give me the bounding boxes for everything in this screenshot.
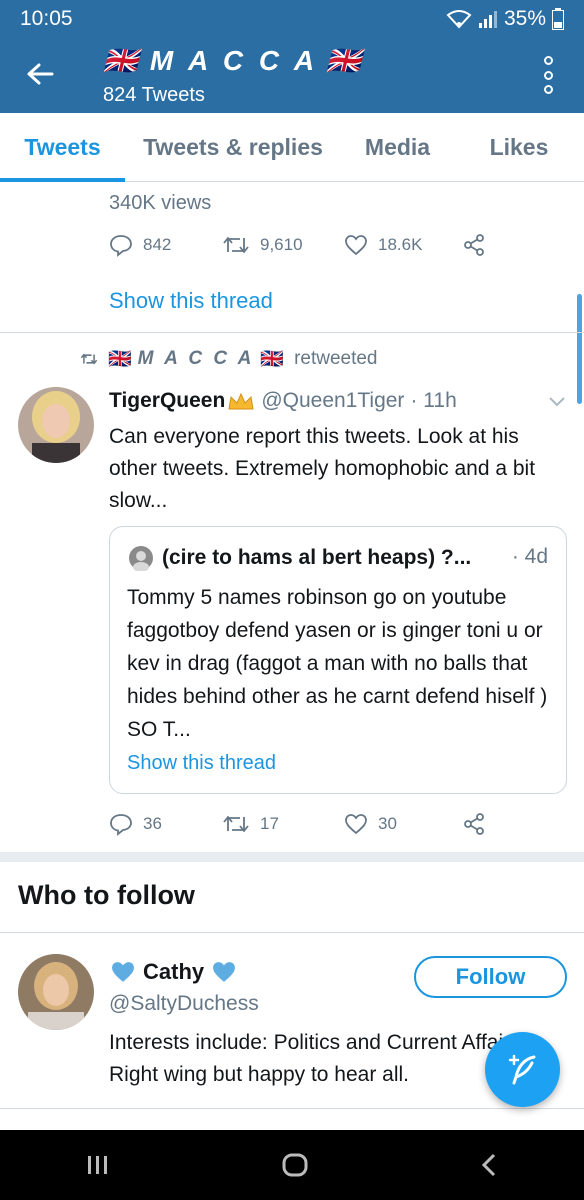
tweet-divider	[0, 332, 584, 333]
battery-icon	[552, 8, 564, 30]
dot-icon	[543, 85, 553, 94]
quote-time: · 4d	[511, 545, 548, 568]
tweet-count: 824 Tweets	[103, 84, 205, 106]
back-nav-icon[interactable]	[479, 1152, 499, 1178]
reply-button[interactable]: 36	[109, 812, 222, 836]
arrow-left-icon	[27, 63, 54, 85]
status-icons: 35%	[446, 7, 564, 31]
retweet-icon	[223, 237, 249, 253]
tab-tweets[interactable]: Tweets	[0, 113, 125, 182]
like-count: 18.6K	[378, 235, 423, 254]
follow-button[interactable]: Follow	[414, 956, 567, 998]
back-button[interactable]	[22, 56, 58, 92]
view-count: 340K views	[109, 192, 212, 214]
tweet-menu-button[interactable]	[548, 394, 566, 412]
retweet-button[interactable]: 17	[222, 813, 344, 835]
author-name[interactable]: TigerQueen	[109, 389, 225, 413]
who-to-follow-title: Who to follow	[18, 880, 195, 910]
share-button[interactable]	[462, 812, 486, 836]
retweet-count: 9,610	[260, 235, 303, 254]
tab-tweets-replies[interactable]: Tweets & replies	[125, 113, 341, 181]
quoted-tweet[interactable]: (cire to hams al bert heaps) ?... · 4d T…	[109, 526, 567, 794]
profile-name: M A C C A	[149, 44, 319, 76]
retweet-button[interactable]: 9,610	[222, 234, 344, 256]
like-button[interactable]: 30	[344, 813, 462, 835]
dot-icon	[543, 70, 553, 80]
flag-icon: 🇬🇧	[326, 45, 365, 76]
avatar[interactable]	[18, 954, 94, 1030]
profile-photo	[18, 387, 94, 463]
profile-tabs: Tweets Tweets & replies Media Likes	[0, 113, 584, 182]
tweet-actions: 36 17 30	[109, 812, 486, 836]
retweeter-name[interactable]: M A C C A	[138, 348, 255, 370]
heart-icon	[345, 814, 367, 835]
flag-icon: 🇬🇧	[260, 349, 285, 370]
profile-header: 🇬🇧 M A C C A 🇬🇧 824 Tweets	[0, 38, 584, 113]
show-thread-link[interactable]: Show this thread	[109, 288, 273, 314]
quote-show-thread-link[interactable]: Show this thread	[127, 752, 276, 775]
heart-icon	[345, 235, 367, 256]
retweet-context: 🇬🇧 M A C C A 🇬🇧 retweeted	[80, 347, 378, 371]
reply-icon	[110, 814, 132, 836]
reply-button[interactable]: 842	[109, 233, 222, 257]
profile-title: 🇬🇧 M A C C A 🇬🇧	[103, 44, 365, 77]
like-button[interactable]: 18.6K	[344, 234, 462, 256]
quote-author-name: (cire to hams al bert heaps) ?...	[162, 546, 472, 569]
recent-apps-icon[interactable]	[85, 1154, 111, 1176]
retweet-icon	[80, 353, 98, 365]
suggested-user-name[interactable]: Cathy	[143, 959, 204, 985]
compose-tweet-button[interactable]	[485, 1032, 560, 1107]
status-bar: 10:05 35%	[0, 0, 584, 38]
status-time: 10:05	[20, 7, 73, 30]
retweet-count: 17	[260, 814, 279, 833]
dot-icon	[543, 56, 553, 65]
scrollbar[interactable]	[577, 294, 582, 404]
profile-photo	[18, 954, 94, 1030]
tweet-actions: 842 9,610 18.6K	[109, 233, 486, 257]
reply-count: 842	[143, 235, 172, 254]
more-options-button[interactable]	[538, 56, 558, 94]
author-handle[interactable]: @Queen1Tiger	[261, 389, 404, 413]
section-divider	[0, 1108, 584, 1109]
tweet-time: · 11h	[410, 389, 457, 412]
chevron-down-icon	[549, 397, 565, 407]
compose-feather-icon	[508, 1054, 535, 1084]
blue-heart-icon	[112, 962, 134, 982]
flag-icon: 🇬🇧	[108, 349, 132, 370]
retweeted-label: retweeted	[294, 348, 378, 369]
wifi-icon	[446, 10, 472, 29]
quote-text: Tommy 5 names robinson go on youtube fag…	[127, 586, 548, 741]
crown-icon	[228, 392, 254, 410]
quote-header: (cire to hams al bert heaps) ?...	[128, 545, 471, 571]
reply-count: 36	[143, 814, 162, 833]
blue-heart-icon	[213, 962, 236, 982]
like-count: 30	[378, 814, 397, 833]
section-divider	[0, 932, 584, 933]
avatar	[129, 546, 153, 571]
reply-icon	[110, 235, 132, 257]
suggested-user-header: Cathy	[109, 959, 238, 985]
avatar[interactable]	[18, 387, 94, 463]
home-icon[interactable]	[281, 1152, 309, 1178]
flag-icon: 🇬🇧	[103, 45, 142, 76]
signal-icon	[478, 11, 497, 28]
suggested-user-handle[interactable]: @SaltyDuchess	[109, 992, 259, 1016]
tweet-header: TigerQueen @Queen1Tiger · 11h	[109, 389, 457, 413]
retweet-icon	[223, 816, 249, 832]
tab-likes[interactable]: Likes	[454, 113, 584, 181]
share-button[interactable]	[462, 233, 486, 257]
system-nav-bar	[0, 1130, 584, 1200]
share-icon	[464, 234, 484, 256]
tab-media[interactable]: Media	[341, 113, 454, 181]
battery-percent: 35%	[503, 7, 546, 30]
share-icon	[464, 813, 484, 835]
tweet-text: Can everyone report this tweets. Look at…	[109, 425, 536, 512]
section-separator	[0, 852, 584, 862]
